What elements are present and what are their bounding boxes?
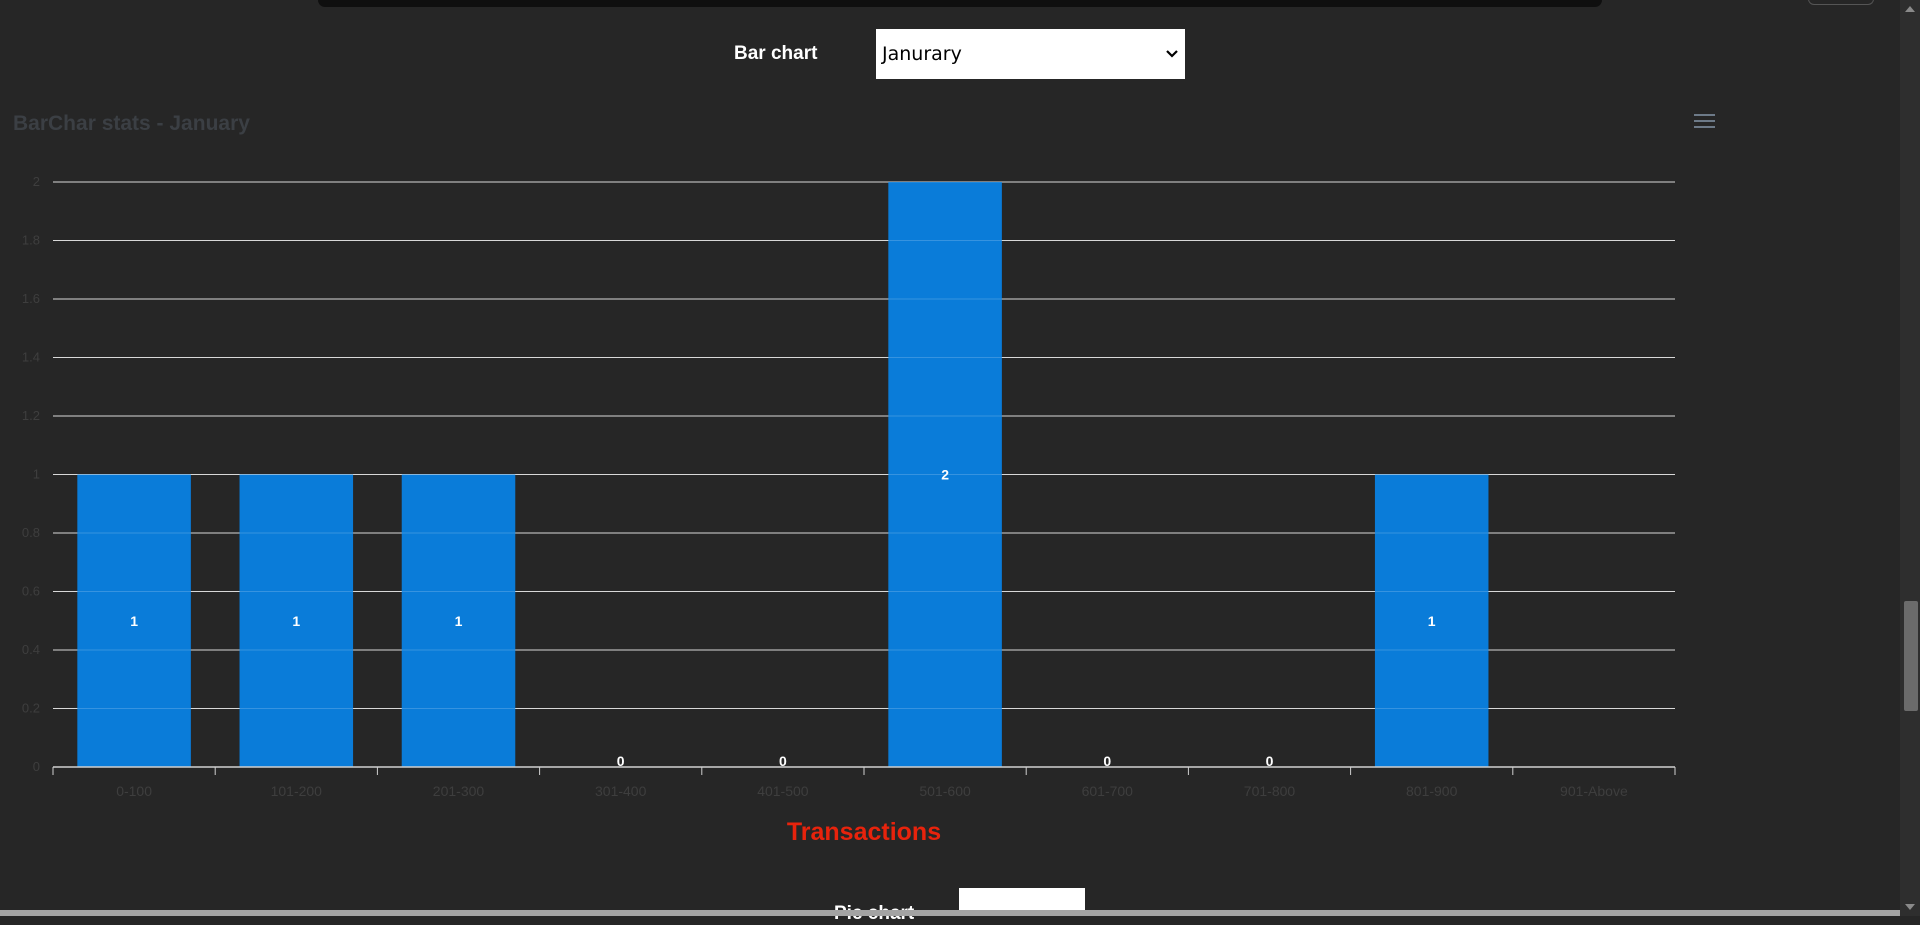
scroll-up-arrow-icon[interactable] [1905,6,1915,12]
y-tick-label: 1.2 [22,408,40,423]
y-tick-label: 0.4 [22,642,40,657]
horizontal-scrollbar[interactable] [0,910,1900,916]
x-tick-label: 501-600 [919,783,971,799]
x-tick-label: 301-400 [595,783,647,799]
x-tick-label: 401-500 [757,783,809,799]
data-label: 1 [292,613,300,629]
y-tick-label: 0.8 [22,525,40,540]
x-tick-label: 0-100 [116,783,152,799]
y-tick-label: 0.6 [22,584,40,599]
scroll-thumb[interactable] [1904,601,1918,711]
x-tick-label: 801-900 [1406,783,1458,799]
vertical-scrollbar[interactable] [1900,0,1920,916]
x-tick-label: 701-800 [1244,783,1296,799]
scroll-down-arrow-icon[interactable] [1905,904,1915,910]
x-tick-label: 101-200 [271,783,323,799]
x-tick-label: 901-Above [1560,783,1628,799]
y-tick-label: 0.2 [22,701,40,716]
data-label: 2 [941,467,949,483]
y-tick-label: 1.4 [22,350,40,365]
y-tick-label: 1 [33,467,40,482]
data-label: 1 [455,613,463,629]
y-tick-label: 0 [33,759,40,774]
x-tick-label: 601-700 [1082,783,1134,799]
x-axis-title: Transactions [787,818,941,846]
x-tick-label: 201-300 [433,783,485,799]
y-tick-label: 2 [33,174,40,189]
y-tick-label: 1.8 [22,233,40,248]
data-label: 1 [130,613,138,629]
data-label: 1 [1428,613,1436,629]
y-tick-label: 1.6 [22,291,40,306]
bar-chart: 00.20.40.60.811.21.41.61.821 1 10 020 010-10… [22,174,1676,846]
